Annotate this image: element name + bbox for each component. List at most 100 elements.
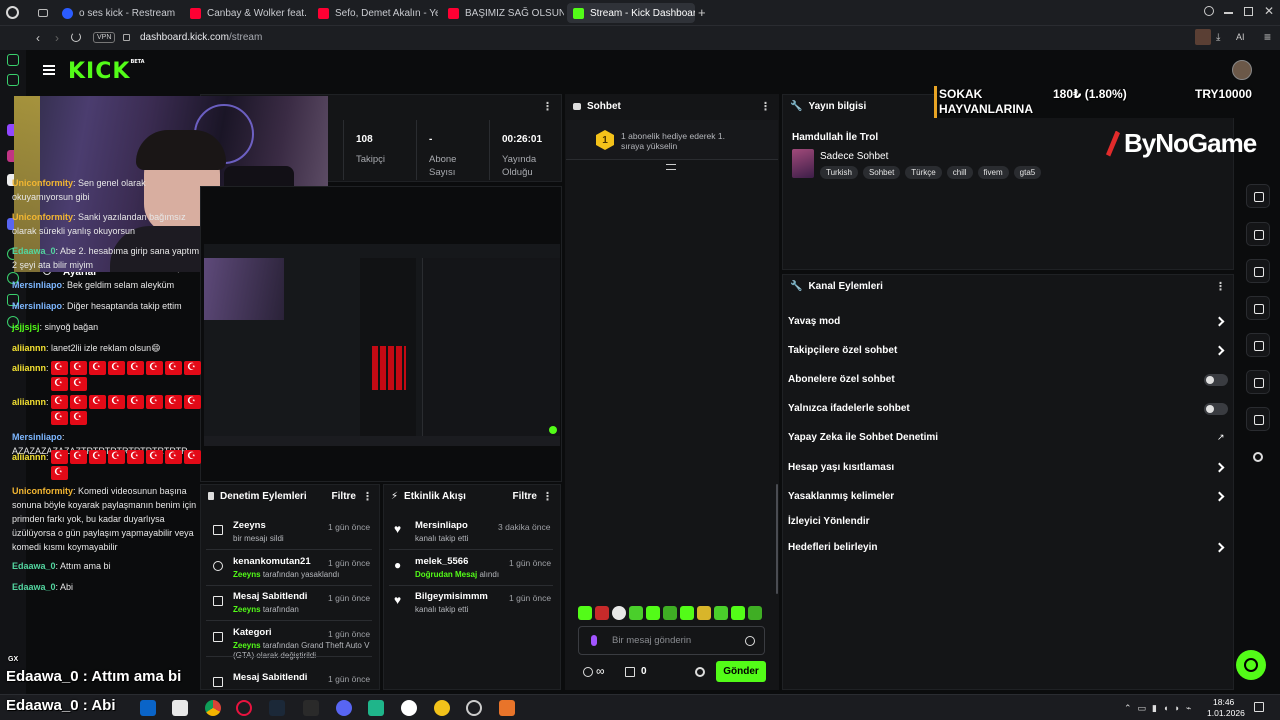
chat-settings-icon[interactable] bbox=[695, 667, 705, 677]
mod-action-user[interactable]: Zeeyns bbox=[233, 570, 261, 579]
emote-icon[interactable] bbox=[646, 606, 660, 620]
chat-message[interactable]: aliiannn: bbox=[12, 450, 212, 480]
forward-icon[interactable]: › bbox=[55, 31, 59, 45]
rail-button-store[interactable] bbox=[1246, 370, 1270, 394]
tag-chip[interactable]: gta5 bbox=[1013, 166, 1042, 179]
opera-gx-icon[interactable] bbox=[6, 6, 19, 19]
steam-icon[interactable] bbox=[269, 700, 285, 716]
tab-youtube-2[interactable]: Sefo, Demet Akalın - Yeni bbox=[312, 3, 438, 23]
emote-icon[interactable] bbox=[680, 606, 694, 620]
emote-icon[interactable] bbox=[612, 606, 626, 620]
app-yellow-icon[interactable] bbox=[434, 700, 450, 716]
avatar[interactable] bbox=[1232, 60, 1252, 80]
category-thumbnail[interactable] bbox=[792, 149, 814, 178]
tag-chip[interactable]: Sohbet bbox=[862, 166, 901, 179]
channel-action-item[interactable]: Takipçilere özel sohbet bbox=[788, 345, 897, 356]
tag-chip[interactable]: Türkçe bbox=[905, 166, 942, 179]
reload-icon[interactable] bbox=[71, 32, 81, 42]
epic-games-icon[interactable] bbox=[303, 700, 319, 716]
clock-date[interactable]: 1.01.2026 bbox=[1207, 708, 1245, 718]
chat-message[interactable]: Mersinliapo: Bek geldim selam aleyküm bbox=[12, 278, 202, 292]
chat-username[interactable]: Uniconformity bbox=[12, 486, 73, 496]
emote-icon[interactable] bbox=[731, 606, 745, 620]
minimize-icon[interactable] bbox=[1224, 12, 1233, 14]
channel-action-item[interactable]: Abonelere özel sohbet bbox=[788, 374, 895, 385]
mod-action-user[interactable]: Zeeyns bbox=[233, 641, 261, 650]
chat-scrollbar[interactable] bbox=[776, 484, 778, 594]
stats-menu-icon[interactable]: ⋮ bbox=[542, 100, 553, 113]
rail-button-lightning[interactable] bbox=[1246, 222, 1270, 246]
menu-icon[interactable]: ≡ bbox=[1264, 30, 1271, 44]
rail-button-chat[interactable] bbox=[1246, 296, 1270, 320]
kick-logo[interactable]: KICKBETA bbox=[68, 59, 145, 84]
chat-username[interactable]: Mersinliapo bbox=[12, 432, 62, 442]
rail-button-wrench[interactable] bbox=[1246, 407, 1270, 431]
channel-action-item[interactable]: Yalnızca ifadelerle sohbet bbox=[788, 403, 910, 414]
support-button[interactable] bbox=[1236, 650, 1266, 680]
opera-gx-taskbar-icon[interactable] bbox=[236, 700, 252, 716]
activity-filter-button[interactable]: Filtre bbox=[513, 491, 537, 502]
store-icon[interactable] bbox=[172, 700, 188, 716]
hamburger-icon[interactable] bbox=[43, 65, 55, 75]
close-window-icon[interactable]: ✕ bbox=[1264, 4, 1274, 18]
emote-icon[interactable] bbox=[629, 606, 643, 620]
mod-filter-button[interactable]: Filtre bbox=[332, 491, 356, 502]
rail-button-camera[interactable] bbox=[1246, 184, 1270, 208]
maximize-icon[interactable] bbox=[1244, 7, 1253, 16]
chat-username[interactable]: Edaawa_0 bbox=[12, 582, 56, 592]
chat-message[interactable]: Edaawa_0: Attım ama bi bbox=[12, 559, 202, 573]
chat-username[interactable]: aliiannn bbox=[12, 343, 46, 353]
rail-kick-icon[interactable] bbox=[1253, 452, 1263, 462]
chat-username[interactable]: Mersinliapo bbox=[12, 301, 62, 311]
chat-username[interactable]: Uniconformity bbox=[12, 212, 73, 222]
channel-action-item[interactable]: Hesap yaşı kısıtlaması bbox=[788, 462, 894, 473]
chat-message[interactable]: Edaawa_0: Abi bbox=[12, 580, 202, 594]
stream-preview[interactable] bbox=[204, 244, 560, 446]
notification-icon[interactable] bbox=[1254, 702, 1264, 712]
chat-username[interactable]: aliiannn bbox=[12, 397, 46, 407]
tray-icons[interactable]: ⌃▭▮◖◗⌁ bbox=[1124, 703, 1197, 714]
emote-icon[interactable] bbox=[578, 606, 592, 620]
new-tab-button[interactable]: + bbox=[698, 5, 706, 20]
mod-action-user[interactable]: Zeeyns bbox=[233, 605, 261, 614]
send-button[interactable]: Gönder bbox=[716, 661, 766, 682]
emoji-icon[interactable] bbox=[745, 636, 755, 646]
chat-input-box[interactable]: Bir mesaj gönderin bbox=[578, 626, 765, 655]
vpn-badge[interactable]: VPN bbox=[93, 32, 116, 43]
clock-time[interactable]: 18:46 bbox=[1213, 697, 1234, 707]
chat-message[interactable]: Uniconformity: Komedi videosunun başına … bbox=[12, 484, 202, 554]
url-field[interactable]: dashboard.kick.com/stream bbox=[140, 32, 262, 43]
chat-message[interactable]: Mersinliapo: Diğer hesaptanda takip etti… bbox=[12, 299, 202, 313]
chat-username[interactable]: Edaawa_0 bbox=[12, 561, 56, 571]
chat-message[interactable]: Uniconformity: Sen genel olarak okuyamıy… bbox=[12, 176, 202, 204]
chat-username[interactable]: jsjjsjsj bbox=[12, 322, 40, 332]
tab-youtube-3[interactable]: BAŞIMIZ SAĞ OLSUN | Ma bbox=[442, 3, 564, 23]
outlook-icon[interactable] bbox=[140, 700, 156, 716]
chat-message[interactable]: aliiannn: bbox=[12, 361, 212, 391]
chat-goal-banner[interactable]: 1 1 abonelik hediye ederek 1. sıraya yük… bbox=[566, 120, 778, 160]
chat-message[interactable]: Uniconformity: Sanki yazılandan bağımsız… bbox=[12, 210, 202, 238]
emote-icon[interactable] bbox=[595, 606, 609, 620]
tab-youtube-1[interactable]: Canbay & Wolker feat. He bbox=[184, 3, 306, 23]
gx-corner-icon[interactable] bbox=[7, 54, 19, 66]
chat-username[interactable]: Edaawa_0 bbox=[12, 246, 56, 256]
category-name[interactable]: Sadece Sohbet bbox=[820, 151, 888, 162]
channel-action-item[interactable]: Hedefleri belirleyin bbox=[788, 542, 877, 553]
chat-menu-icon[interactable]: ⋮ bbox=[760, 100, 771, 113]
gx-control-icon[interactable] bbox=[7, 74, 19, 86]
toggle-switch[interactable] bbox=[1204, 374, 1228, 386]
tag-chip[interactable]: chill bbox=[946, 166, 973, 179]
discord-taskbar-icon[interactable] bbox=[336, 700, 352, 716]
chat-username[interactable]: aliiannn bbox=[12, 452, 46, 462]
channel-action-item[interactable]: İzleyici Yönlendir bbox=[788, 516, 870, 527]
emote-icon[interactable] bbox=[714, 606, 728, 620]
channel-action-item[interactable]: Yapay Zeka ile Sohbet Denetimi bbox=[788, 432, 938, 443]
chat-username[interactable]: Mersinliapo bbox=[12, 280, 62, 290]
ai-button[interactable]: AI bbox=[1236, 32, 1245, 42]
mod-menu-icon[interactable]: ⋮ bbox=[362, 490, 373, 503]
tag-chip[interactable]: Turkish bbox=[820, 166, 858, 179]
emote-icon[interactable] bbox=[697, 606, 711, 620]
emote-icon[interactable] bbox=[663, 606, 677, 620]
chat-message[interactable]: Edaawa_0: Abe 2. hesabıma girip sana yap… bbox=[12, 244, 202, 272]
search-icon[interactable] bbox=[1204, 6, 1214, 16]
